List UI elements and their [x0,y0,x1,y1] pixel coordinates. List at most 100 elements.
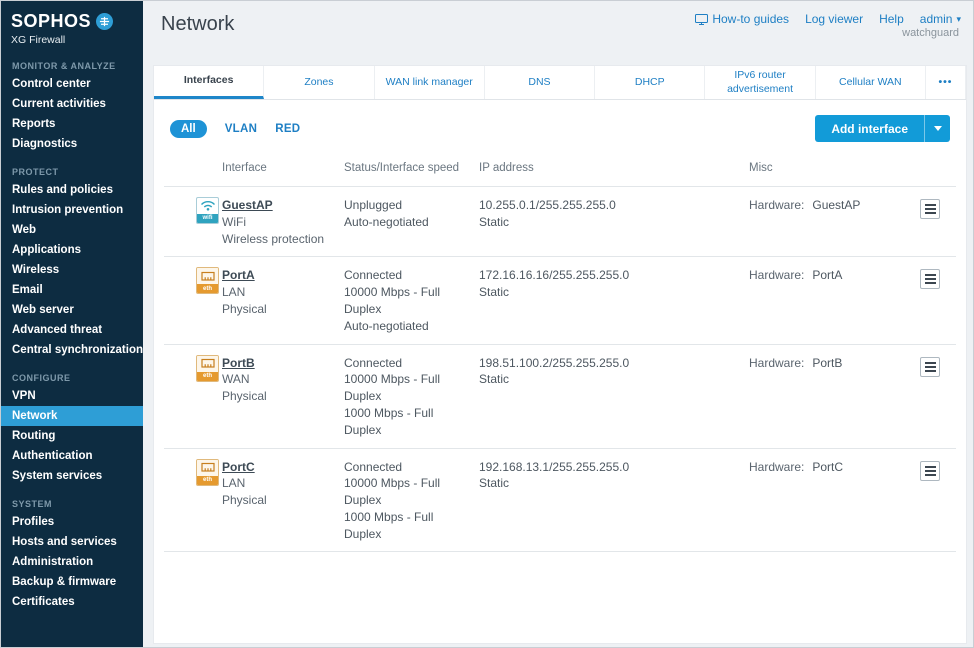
section-monitor-analyze: MONITOR & ANALYZE [12,61,143,71]
col-status: Status/Interface speed [344,161,479,176]
status-line: Auto-negotiated [344,318,469,335]
sidebar-item-rules-and-policies[interactable]: Rules and policies [1,180,143,200]
guides-icon [695,14,708,25]
sidebar-item-backup-firmware[interactable]: Backup & firmware [1,572,143,592]
sidebar-item-advanced-threat[interactable]: Advanced threat [1,320,143,340]
status-line: 1000 Mbps - Full Duplex [344,509,469,543]
wifi-interface-icon: wifi [196,197,219,224]
interface-type: LAN [222,475,334,492]
filter-red[interactable]: RED [275,123,300,135]
status-line: 10000 Mbps - Full Duplex [344,284,469,318]
sidebar-item-certificates[interactable]: Certificates [1,592,143,612]
sidebar-item-reports[interactable]: Reports [1,114,143,134]
ip-address: 192.168.13.1/255.255.255.0 [479,459,739,476]
main-area: Network How-to guides Log viewer Help ad… [143,1,973,647]
sidebar-item-authentication[interactable]: Authentication [1,446,143,466]
chevron-down-icon [924,115,950,142]
hardware-label: Hardware: [749,268,804,282]
interface-subtype: Physical [222,492,334,509]
ip-mode: Static [479,475,739,492]
sidebar-item-web-server[interactable]: Web server [1,300,143,320]
tab-zones[interactable]: Zones [264,66,374,99]
sidebar-item-system-services[interactable]: System services [1,466,143,486]
sidebar-item-administration[interactable]: Administration [1,552,143,572]
hardware-value: PortC [812,460,843,474]
interface-name-link[interactable]: GuestAP [222,197,273,214]
appliance-name: watchguard [902,27,959,39]
more-tabs-button[interactable]: ••• [926,66,966,99]
tab-interfaces[interactable]: Interfaces [154,66,264,99]
sidebar-item-network[interactable]: Network [1,406,143,426]
status-line: Connected [344,355,469,372]
status-line: 10000 Mbps - Full Duplex [344,475,469,509]
sophos-logo: SOPHOS [11,11,91,32]
sidebar-item-routing[interactable]: Routing [1,426,143,446]
interface-name-link[interactable]: PortB [222,355,255,372]
menu-icon [925,278,936,280]
sidebar-item-vpn[interactable]: VPN [1,386,143,406]
tab-dns[interactable]: DNS [485,66,595,99]
ethernet-interface-icon: eth [196,355,219,382]
tab-cellular-wan[interactable]: Cellular WAN [816,66,926,99]
section-system: SYSTEM [12,499,143,509]
interfaces-table: Interface Status/Interface speed IP addr… [154,155,966,552]
table-row: eth PortC LAN Physical Connected 10000 M… [164,448,956,553]
sidebar-item-control-center[interactable]: Control center [1,74,143,94]
tab-ipv6-router-advertisement[interactable]: IPv6 router advertisement [705,66,815,99]
top-bar: Network How-to guides Log viewer Help ad… [143,1,973,65]
how-to-guides-label: How-to guides [712,12,789,26]
col-ip-address: IP address [479,161,749,176]
admin-menu[interactable]: admin ▾ [920,12,961,26]
sidebar-item-web[interactable]: Web [1,220,143,240]
sidebar-item-hosts-and-services[interactable]: Hosts and services [1,532,143,552]
filter-vlan[interactable]: VLAN [225,123,258,135]
row-menu-button[interactable] [920,269,940,289]
status-line: Connected [344,459,469,476]
ip-mode: Static [479,284,739,301]
ip-address: 172.16.16.16/255.255.255.0 [479,267,739,284]
col-interface: Interface [222,161,344,176]
sidebar-item-central-synchronization[interactable]: Central synchronization [1,340,143,360]
hardware-value: PortB [812,356,842,370]
sidebar-item-current-activities[interactable]: Current activities [1,94,143,114]
hardware-label: Hardware: [749,460,804,474]
interface-type: WiFi [222,214,334,231]
status-line: Auto-negotiated [344,214,469,231]
row-menu-button[interactable] [920,357,940,377]
sidebar-item-wireless[interactable]: Wireless [1,260,143,280]
ethernet-interface-icon: eth [196,267,219,294]
interface-name-link[interactable]: PortA [222,267,255,284]
row-menu-button[interactable] [920,199,940,219]
interface-name-link[interactable]: PortC [222,459,255,476]
sidebar-item-email[interactable]: Email [1,280,143,300]
filter-all[interactable]: All [170,120,207,138]
status-line: Unplugged [344,197,469,214]
sidebar-item-diagnostics[interactable]: Diagnostics [1,134,143,154]
add-interface-button[interactable]: Add interface [815,115,950,142]
menu-icon [925,366,936,368]
tab-wan-link-manager[interactable]: WAN link manager [375,66,485,99]
table-row: eth PortA LAN Physical Connected 10000 M… [164,256,956,343]
sidebar: SOPHOS XG Firewall MONITOR & ANALYZE Con… [1,1,143,647]
sidebar-item-profiles[interactable]: Profiles [1,512,143,532]
section-configure: CONFIGURE [12,373,143,383]
brand: SOPHOS XG Firewall [1,1,143,48]
log-viewer-link[interactable]: Log viewer [805,12,863,26]
help-link[interactable]: Help [879,12,904,26]
ip-address: 10.255.0.1/255.255.255.0 [479,197,739,214]
ip-mode: Static [479,371,739,388]
sidebar-item-intrusion-prevention[interactable]: Intrusion prevention [1,200,143,220]
row-menu-button[interactable] [920,461,940,481]
tab-dhcp[interactable]: DHCP [595,66,705,99]
how-to-guides-link[interactable]: How-to guides [695,12,789,26]
add-interface-label: Add interface [815,115,924,142]
col-misc: Misc [749,161,920,176]
ip-mode: Static [479,214,739,231]
hardware-label: Hardware: [749,198,804,212]
ip-address: 198.51.100.2/255.255.255.0 [479,355,739,372]
section-protect: PROTECT [12,167,143,177]
sophos-logo-icon [96,13,113,30]
interface-subtype: Wireless protection [222,231,334,248]
sidebar-item-applications[interactable]: Applications [1,240,143,260]
status-line: 10000 Mbps - Full Duplex [344,371,469,405]
